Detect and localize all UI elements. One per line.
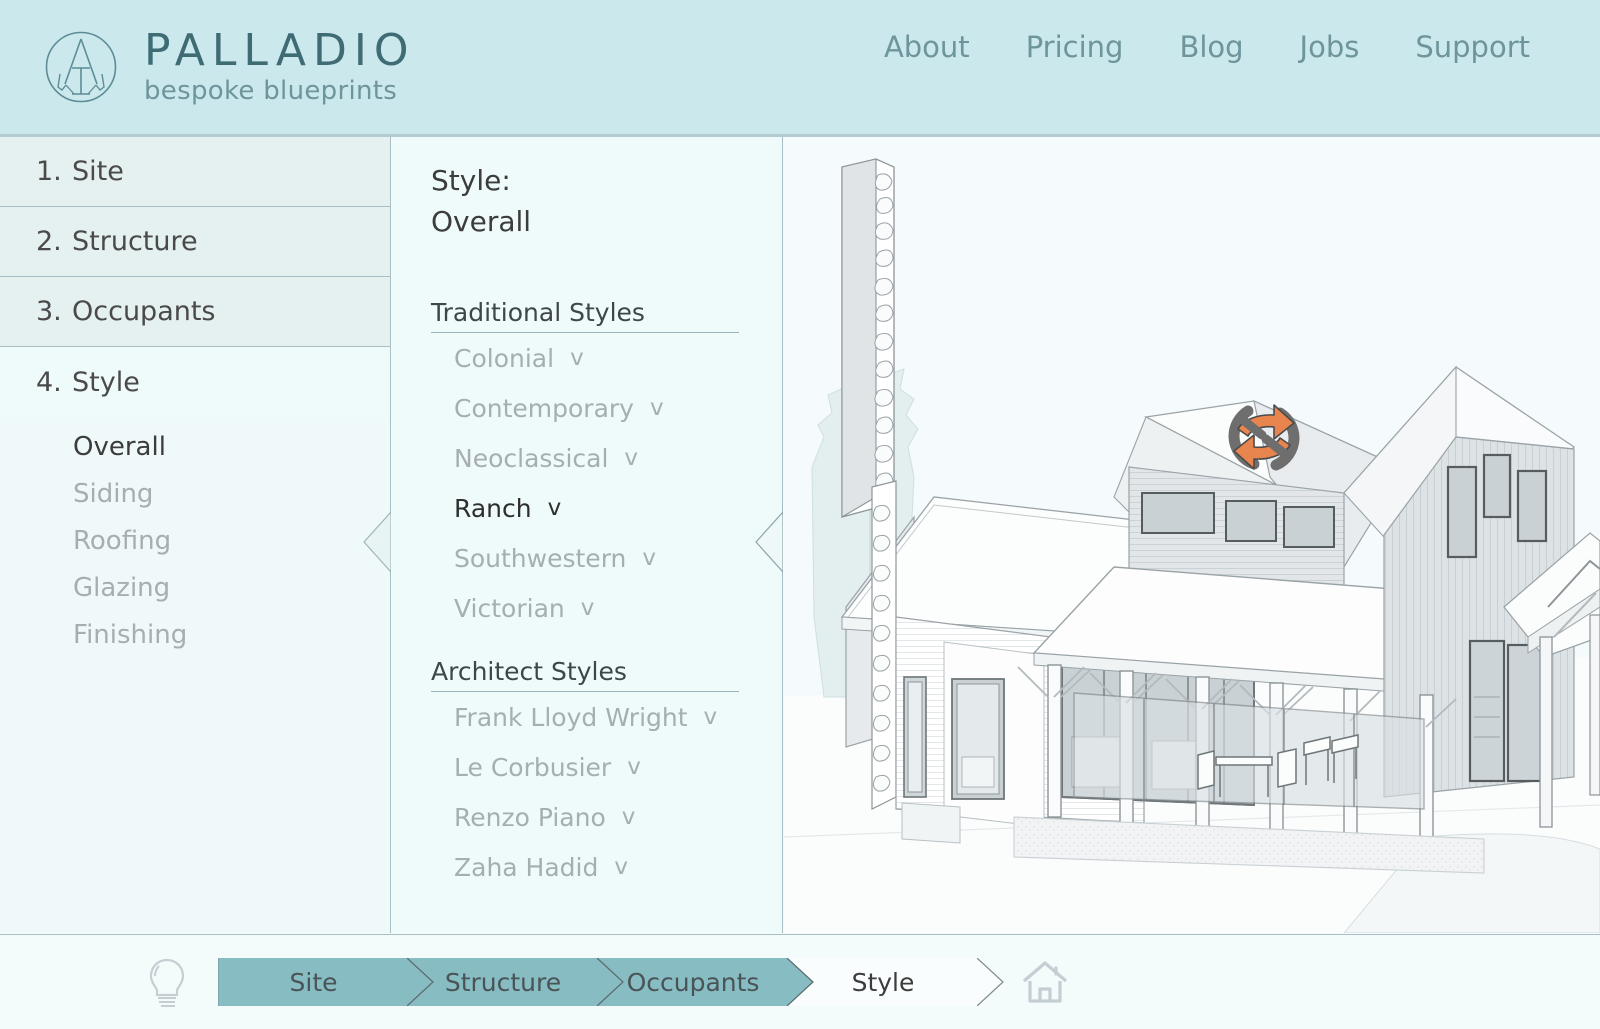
style-option-neoclassical[interactable]: Neoclassical v (392, 433, 782, 483)
step-label: Occupants (72, 296, 216, 327)
chevron-down-icon[interactable]: v (570, 345, 584, 371)
style-option-le-corbusier[interactable]: Le Corbusier v (392, 742, 782, 792)
chevron-down-icon[interactable]: v (650, 395, 664, 421)
style-option-label: Ranch (454, 493, 532, 523)
architect-styles-list: Frank Lloyd Wright v Le Corbusier v Renz… (392, 692, 782, 892)
style-option-contemporary[interactable]: Contemporary v (392, 383, 782, 433)
style-option-victorian[interactable]: Victorian v (392, 583, 782, 633)
brand-tagline: bespoke blueprints (144, 76, 398, 107)
breadcrumb-step-occupants[interactable]: Occupants (598, 958, 814, 1006)
nav-link-jobs[interactable]: Jobs (1272, 26, 1388, 68)
style-option-renzo-piano[interactable]: Renzo Piano v (392, 792, 782, 842)
step-number: 4. (36, 366, 62, 398)
step-label: Style (72, 366, 140, 398)
wizard-footer: Site Structure Occupants Style (0, 934, 1600, 1029)
sidebar-item-occupants[interactable]: 3. Occupants (0, 277, 390, 347)
sidebar-substeps: Overall Siding Roofing Glazing Finishing (0, 417, 390, 658)
style-option-label: Contemporary (454, 393, 634, 423)
breadcrumb-label: Site (289, 967, 338, 997)
brand-text-block: PALLADIO bespoke blueprints (144, 24, 416, 107)
brand[interactable]: PALLADIO bespoke blueprints (44, 24, 416, 107)
top-navigation: About Pricing Blog Jobs Support (856, 26, 1558, 68)
style-option-label: Neoclassical (454, 443, 609, 473)
wizard-sidebar: 1. Site 2. Structure 3. Occupants 4. Sty… (0, 137, 391, 933)
style-option-label: Renzo Piano (454, 802, 606, 832)
brand-name: PALLADIO (144, 24, 416, 76)
group-heading-traditional-styles: Traditional Styles (431, 298, 739, 334)
style-option-frank-lloyd-wright[interactable]: Frank Lloyd Wright v (392, 692, 782, 742)
chevron-down-icon[interactable]: v (704, 704, 718, 730)
style-option-ranch[interactable]: Ranch v (392, 483, 782, 533)
breadcrumb: Site Structure Occupants Style (218, 958, 1004, 1006)
step-number: 1. (36, 156, 62, 187)
breadcrumb-label: Occupants (626, 967, 760, 997)
breadcrumb-arrow-icon (597, 958, 624, 1006)
app-root: PALLADIO bespoke blueprints About Pricin… (0, 0, 1600, 1029)
sidebar-subitem-siding[interactable]: Siding (0, 470, 390, 517)
nav-link-support[interactable]: Support (1387, 26, 1558, 68)
style-option-label: Le Corbusier (454, 752, 612, 782)
site-header: PALLADIO bespoke blueprints About Pricin… (0, 0, 1600, 137)
house-3d-preview[interactable] (784, 137, 1600, 933)
nav-link-about[interactable]: About (856, 26, 998, 68)
house-rendering (784, 137, 1600, 933)
group-heading-architect-styles: Architect Styles (431, 657, 739, 693)
breadcrumb-label: Style (851, 967, 915, 997)
style-option-southwestern[interactable]: Southwestern v (392, 533, 782, 583)
style-option-colonial[interactable]: Colonial v (392, 333, 782, 383)
step-label: Site (72, 156, 124, 187)
breadcrumb-label: Structure (444, 967, 562, 997)
sidebar-subitem-overall[interactable]: Overall (0, 423, 390, 470)
chevron-down-icon[interactable]: v (627, 754, 641, 780)
traditional-styles-list: Colonial v Contemporary v Neoclassical v… (392, 333, 782, 633)
step-label: Structure (72, 226, 198, 257)
sidebar-item-site[interactable]: 1. Site (0, 137, 390, 207)
chevron-down-icon[interactable]: v (622, 804, 636, 830)
nav-link-blog[interactable]: Blog (1151, 26, 1271, 68)
style-options-panel: Style: Overall Traditional Styles Coloni… (392, 137, 783, 933)
style-option-zaha-hadid[interactable]: Zaha Hadid v (392, 842, 782, 892)
panel-title: Style: (431, 164, 511, 197)
breadcrumb-arrow-icon (977, 958, 1004, 1006)
style-option-label: Colonial (454, 343, 555, 373)
lightbulb-icon[interactable] (148, 957, 186, 1007)
breadcrumb-step-site[interactable]: Site (218, 958, 434, 1006)
sidebar-subitem-finishing[interactable]: Finishing (0, 611, 390, 658)
sidebar-subitem-glazing[interactable]: Glazing (0, 564, 390, 611)
step-number: 3. (36, 296, 62, 327)
style-option-label: Victorian (454, 593, 565, 623)
sidebar-collapse-handle[interactable] (363, 511, 391, 573)
breadcrumb-step-structure[interactable]: Structure (408, 958, 624, 1006)
chevron-down-icon[interactable]: v (581, 595, 595, 621)
breadcrumb-step-style[interactable]: Style (788, 958, 1004, 1006)
style-option-label: Frank Lloyd Wright (454, 702, 688, 732)
palladio-circle-a-logo-icon (44, 30, 118, 104)
chevron-down-icon[interactable]: v (614, 854, 628, 880)
chevron-down-icon[interactable]: v (548, 495, 562, 521)
panel-subtitle: Overall (431, 204, 532, 238)
sidebar-item-structure[interactable]: 2. Structure (0, 207, 390, 277)
nav-link-pricing[interactable]: Pricing (998, 26, 1152, 68)
breadcrumb-arrow-icon (787, 958, 814, 1006)
breadcrumb-arrow-icon (407, 958, 434, 1006)
panel-title-block: Style: Overall (392, 137, 782, 242)
home-icon[interactable] (1022, 960, 1068, 1004)
chevron-down-icon[interactable]: v (642, 545, 656, 571)
sidebar-subitem-roofing[interactable]: Roofing (0, 517, 390, 564)
sidebar-item-style[interactable]: 4. Style (0, 347, 390, 417)
style-option-label: Zaha Hadid (454, 852, 599, 882)
step-number: 2. (36, 226, 62, 257)
panel-collapse-handle[interactable] (755, 511, 783, 573)
chevron-down-icon[interactable]: v (624, 445, 638, 471)
style-option-label: Southwestern (454, 543, 627, 573)
